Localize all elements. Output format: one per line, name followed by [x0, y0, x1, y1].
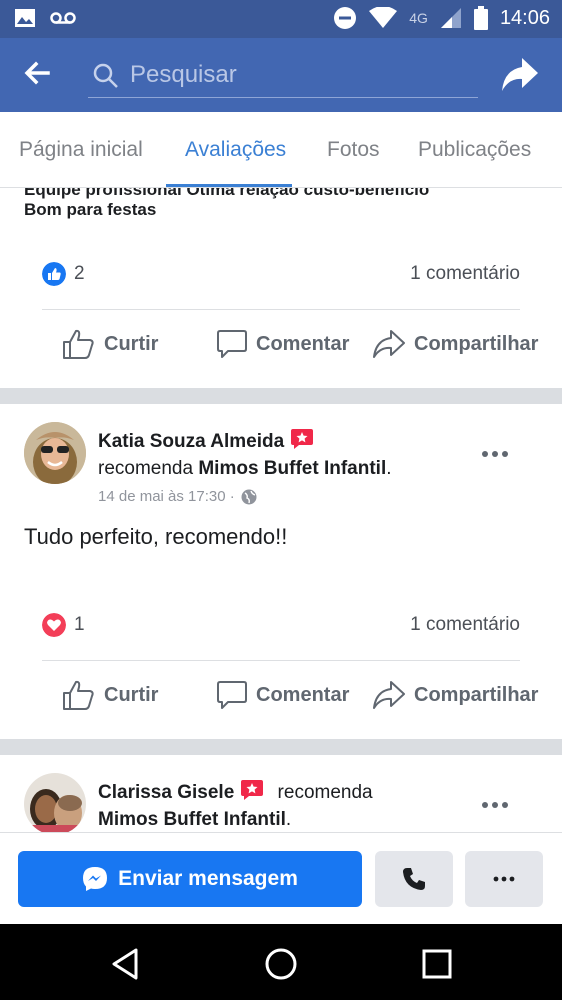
post1-tags-clipped: Equipe profissional Ótima relação custo-… [24, 188, 430, 199]
send-message-button[interactable]: Enviar mensagem [18, 851, 362, 907]
post1-like-button[interactable]: Curtir [62, 322, 158, 366]
search-bar[interactable] [88, 54, 478, 98]
back-triangle-icon[interactable] [108, 946, 144, 982]
battery-icon [473, 6, 488, 30]
avatar[interactable] [24, 422, 86, 484]
comment-bubble-icon [217, 681, 247, 709]
like-label: Curtir [104, 683, 159, 706]
recents-square-icon[interactable] [419, 946, 455, 982]
thumbs-up-icon [63, 329, 94, 359]
divider [42, 660, 520, 661]
system-nav-bar [0, 924, 562, 1000]
post2-author[interactable]: Katia Souza Almeida [98, 431, 284, 452]
tab-home[interactable]: Página inicial [19, 138, 143, 162]
search-icon [93, 63, 118, 88]
share-button[interactable] [500, 56, 540, 94]
search-input[interactable] [130, 58, 470, 92]
recommend-badge-icon [291, 429, 314, 449]
post2-reactions[interactable]: 1 1 comentário [42, 611, 520, 641]
voicemail-icon [50, 12, 76, 24]
post2-like-button[interactable]: Curtir [62, 673, 158, 717]
tab-photos[interactable]: Fotos [327, 138, 380, 162]
divider [42, 309, 520, 310]
globe-icon [241, 489, 257, 504]
post2-actions: Curtir Comentar Compartilhar [0, 673, 562, 717]
share-outline-icon [373, 330, 405, 358]
period: . [386, 458, 392, 479]
post3-author[interactable]: Clarissa Gisele [98, 782, 234, 803]
call-button[interactable] [375, 851, 453, 907]
arrow-left-icon [24, 61, 50, 85]
period: . [285, 809, 292, 830]
post2-page-link[interactable]: Mimos Buffet Infantil [198, 458, 386, 479]
post-separator [0, 739, 562, 755]
like-reaction-icon [42, 262, 66, 286]
avatar[interactable] [24, 773, 86, 832]
post1-reaction-count: 2 [74, 263, 85, 284]
like-label: Curtir [104, 332, 159, 355]
post2-recommend-line: recomenda Mimos Buffet Infantil. [98, 458, 392, 480]
recommends-text: recomenda [277, 782, 373, 803]
share-label: Compartilhar [414, 332, 539, 355]
avatar-katia [24, 422, 86, 484]
app-bar [0, 38, 562, 112]
active-tab-indicator [166, 184, 292, 187]
network-type: 4G [409, 10, 428, 26]
post1-comment-count[interactable]: 1 comentário [410, 263, 520, 285]
post1-share-button[interactable]: Compartilhar [372, 322, 538, 366]
do-not-disturb-icon [334, 7, 357, 29]
post2-meta: 14 de mai às 17:30 · [98, 488, 257, 505]
page-action-bar: Enviar mensagem [0, 832, 562, 924]
post2-date[interactable]: 14 de mai às 17:30 · [98, 488, 235, 505]
post2-more-icon[interactable] [480, 444, 510, 464]
share-arrow-icon [502, 58, 538, 91]
signal-icon [440, 8, 461, 28]
post3-recommend-line: Mimos Buffet Infantil. [98, 809, 291, 831]
post1-reactions[interactable]: 2 1 comentário [42, 260, 520, 290]
post2-share-button[interactable]: Compartilhar [372, 673, 538, 717]
page-tabs: Página inicial Avaliações Fotos Publicaç… [0, 112, 562, 188]
share-outline-icon [373, 681, 405, 709]
more-dots-icon [493, 876, 515, 882]
post2-text: Tudo perfeito, recomendo!! [24, 524, 288, 549]
post2-author-line: Katia Souza Almeida [98, 428, 314, 453]
post3-more-icon[interactable] [480, 795, 510, 815]
clock: 14:06 [499, 6, 550, 29]
recommend-badge-icon [241, 780, 264, 800]
phone-icon [403, 868, 425, 890]
love-reaction-icon [42, 613, 66, 637]
post1-comment-button[interactable]: Comentar [216, 322, 349, 366]
share-label: Compartilhar [414, 683, 539, 706]
comment-label: Comentar [256, 683, 350, 706]
tab-reviews[interactable]: Avaliações [185, 138, 286, 162]
send-message-label: Enviar mensagem [118, 867, 298, 890]
reviews-feed: Equipe profissional Ótima relação custo-… [0, 188, 562, 832]
post3-page-link[interactable]: Mimos Buffet Infantil [98, 809, 286, 830]
home-circle-icon[interactable] [263, 946, 299, 982]
messenger-icon [83, 867, 108, 891]
post2-comment-button[interactable]: Comentar [216, 673, 349, 717]
recommends-text: recomenda [98, 458, 194, 479]
comment-bubble-icon [217, 330, 247, 358]
gallery-icon [15, 9, 35, 27]
back-button[interactable] [22, 58, 62, 92]
thumbs-up-icon [63, 680, 94, 710]
post1-actions: Curtir Comentar Compartilhar [0, 322, 562, 366]
post3-author-line: Clarissa Gisele recomenda [98, 779, 373, 804]
wifi-icon [369, 7, 398, 28]
post2-comment-count[interactable]: 1 comentário [410, 614, 520, 636]
status-bar: 4G 14:06 [0, 0, 562, 38]
post-separator [0, 388, 562, 404]
post2-reaction-count: 1 [74, 614, 85, 635]
avatar-clarissa [24, 773, 86, 832]
more-options-button[interactable] [465, 851, 543, 907]
comment-label: Comentar [256, 332, 350, 355]
post1-tag: Bom para festas [24, 200, 157, 219]
tab-posts[interactable]: Publicações [418, 138, 531, 162]
